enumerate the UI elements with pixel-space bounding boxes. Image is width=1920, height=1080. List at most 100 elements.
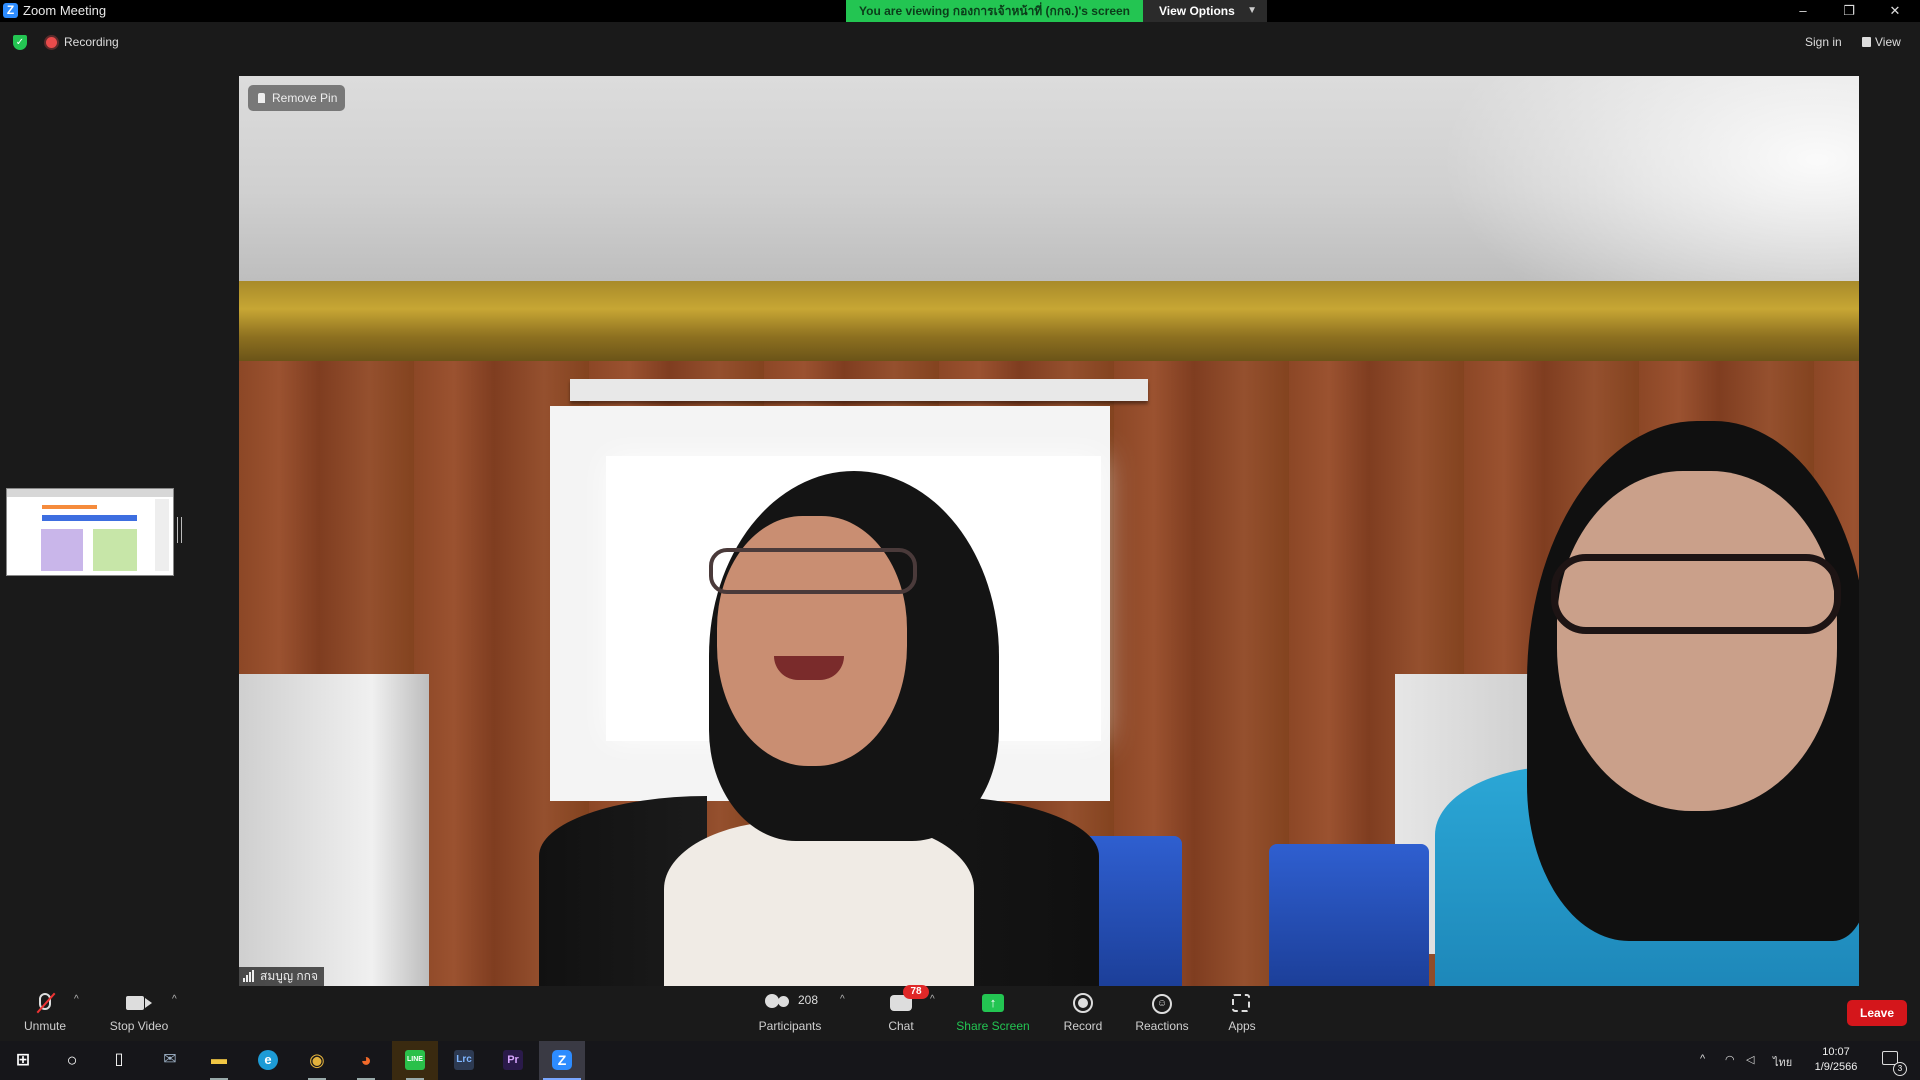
participants-count: 208 — [798, 993, 819, 1007]
thumb-block-purple — [41, 529, 83, 571]
video-person2-glasses — [1551, 554, 1841, 634]
apps-icon — [1222, 991, 1262, 1017]
record-button[interactable]: Record — [1058, 986, 1108, 1041]
taskbar-lightroom[interactable]: Lrc — [441, 1041, 487, 1080]
security-shield-icon[interactable]: ✓ — [13, 35, 27, 50]
view-button[interactable]: View — [1862, 35, 1901, 49]
taskbar-clock[interactable]: 10:07 1/9/2566 — [1808, 1045, 1864, 1075]
recording-label[interactable]: Recording — [64, 35, 119, 49]
taskbar-chrome[interactable]: ◉ — [294, 1041, 340, 1080]
taskbar-line[interactable]: LINE — [392, 1041, 438, 1080]
video-shelf-left — [239, 674, 429, 986]
zoom-icon: Z — [552, 1050, 572, 1070]
folder-icon: ▬ — [211, 1051, 227, 1068]
thumb-sidebar — [155, 499, 169, 571]
search-icon: ○ — [66, 1050, 78, 1070]
view-layout-icon — [1862, 37, 1871, 47]
leave-button[interactable]: Leave — [1847, 1000, 1907, 1026]
task-view-icon: ▯ — [114, 1051, 124, 1068]
thumb-block-green — [93, 529, 137, 571]
lightroom-icon: Lrc — [454, 1050, 474, 1070]
clock-time: 10:07 — [1822, 1046, 1850, 1058]
video-projector-bar — [570, 379, 1148, 401]
pin-icon — [258, 93, 265, 103]
taskbar-edge[interactable]: e — [245, 1041, 291, 1080]
chevron-down-icon: ▼ — [1247, 5, 1257, 16]
participants-icon: 208 — [752, 991, 828, 1017]
video-molding — [239, 281, 1859, 361]
chat-label: Chat — [888, 1019, 914, 1033]
restore-button[interactable]: ❐ — [1826, 0, 1872, 22]
task-view-button[interactable]: ▯ — [96, 1041, 142, 1080]
stop-video-button[interactable]: Stop Video — [104, 986, 174, 1041]
chat-unread-badge: 78 — [903, 985, 929, 999]
thumb-title-bar — [42, 515, 137, 521]
unmute-button[interactable]: Unmute — [18, 986, 72, 1041]
video-person-glasses — [709, 548, 917, 594]
zoom-logo-icon: Z — [3, 3, 18, 18]
audio-options-caret-icon[interactable]: ^ — [74, 994, 79, 1005]
thumb-header-bar — [42, 505, 97, 509]
stop-video-label: Stop Video — [109, 1019, 169, 1033]
tray-overflow-chevron-icon[interactable]: ^ — [1700, 1053, 1705, 1065]
wifi-icon[interactable]: ◠ — [1725, 1053, 1735, 1066]
taskbar-search-button[interactable]: ○ — [49, 1041, 95, 1080]
chat-button[interactable]: 78 Chat — [880, 985, 929, 1041]
taskbar-premiere[interactable]: Pr — [490, 1041, 536, 1080]
view-options-button[interactable]: View Options ▼ — [1143, 0, 1267, 22]
mail-icon: ✉ — [163, 1051, 177, 1068]
taskbar-file-explorer[interactable]: ▬ — [196, 1041, 242, 1080]
view-options-label: View Options — [1159, 4, 1235, 18]
chat-icon: 78 — [880, 985, 929, 1017]
firefox-icon: ◕ — [360, 1050, 372, 1070]
thumb-toolbar — [7, 489, 173, 497]
taskbar-zoom[interactable]: Z — [539, 1041, 585, 1080]
reactions-label: Reactions — [1135, 1019, 1189, 1033]
remove-pin-label: Remove Pin — [272, 91, 338, 105]
share-screen-label: Share Screen — [956, 1019, 1030, 1033]
participants-label: Participants — [758, 1019, 822, 1033]
meeting-top-bar: ✓ Recording Sign in View — [0, 22, 1920, 62]
premiere-icon: Pr — [503, 1050, 523, 1070]
sign-in-button[interactable]: Sign in — [1805, 35, 1842, 49]
view-label: View — [1875, 35, 1901, 49]
video-person2-face — [1557, 471, 1837, 811]
pinned-video[interactable] — [239, 76, 1859, 986]
chrome-icon: ◉ — [309, 1050, 325, 1070]
shared-screen-thumbnail[interactable] — [6, 488, 174, 576]
unmute-label: Unmute — [23, 1019, 67, 1033]
video-person-shirt — [664, 821, 974, 986]
recording-dot-icon — [46, 37, 57, 48]
reactions-icon: ☺ — [1133, 991, 1191, 1017]
chat-caret-icon[interactable]: ^ — [930, 994, 935, 1005]
video-options-caret-icon[interactable]: ^ — [172, 994, 177, 1005]
participants-caret-icon[interactable]: ^ — [840, 994, 845, 1005]
volume-icon[interactable]: ◁ — [1746, 1053, 1754, 1066]
camera-icon — [104, 991, 174, 1017]
windows-start-icon: ⊞ — [15, 1050, 31, 1069]
title-bar: Z Zoom Meeting You are viewing กองการเจ้… — [0, 0, 1920, 22]
input-language[interactable]: ไทย — [1773, 1053, 1792, 1071]
taskbar-mail[interactable]: ✉ — [147, 1041, 193, 1080]
thumbnail-resize-handle[interactable] — [177, 517, 182, 543]
remove-pin-button[interactable]: Remove Pin — [248, 85, 345, 111]
close-button[interactable]: ✕ — [1872, 0, 1918, 22]
participants-button[interactable]: 208 Participants — [752, 986, 828, 1041]
reactions-button[interactable]: ☺ Reactions — [1133, 986, 1191, 1041]
start-button[interactable]: ⊞ — [0, 1041, 46, 1080]
viewing-screen-banner: You are viewing กองการเจ้าหน้าที่ (กกจ.)… — [846, 0, 1143, 22]
apps-button[interactable]: Apps — [1222, 986, 1262, 1041]
taskbar-firefox[interactable]: ◕ — [343, 1041, 389, 1080]
notification-count-badge: 3 — [1893, 1062, 1907, 1076]
share-screen-icon: ↑ — [954, 991, 1032, 1017]
participant-name-tag: สมบูญ กกจ — [239, 967, 324, 986]
record-label: Record — [1063, 1019, 1103, 1033]
participant-name: สมบูญ กกจ — [260, 969, 318, 983]
record-icon — [1058, 991, 1108, 1017]
video-chair — [1269, 844, 1429, 986]
apps-label: Apps — [1228, 1019, 1256, 1033]
minimize-button[interactable]: – — [1780, 0, 1826, 22]
share-screen-button[interactable]: ↑ Share Screen — [954, 986, 1032, 1041]
window-title: Zoom Meeting — [23, 3, 107, 18]
windows-taskbar: ⊞ ○ ▯ ✉ ▬ e ◉ ◕ LINE Lrc Pr Z ^ ◠ ◁ ไทย … — [0, 1041, 1920, 1080]
